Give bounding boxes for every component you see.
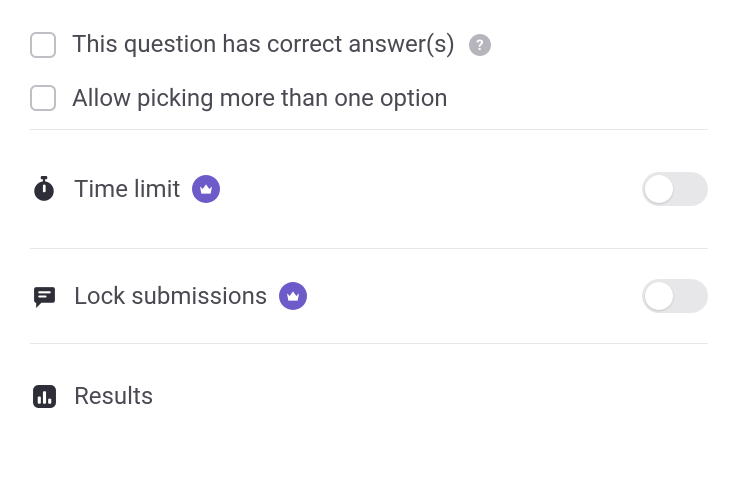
chat-icon [30, 282, 58, 310]
time-limit-row: Time limit [30, 130, 708, 248]
correct-answers-label: This question has correct answer(s) [72, 28, 455, 62]
correct-answers-checkbox[interactable] [30, 32, 56, 58]
crown-icon [192, 175, 220, 203]
help-icon[interactable] [469, 34, 491, 56]
lock-submissions-toggle[interactable] [642, 279, 708, 313]
toggle-knob [645, 282, 673, 310]
toggle-knob [645, 175, 673, 203]
multi-option-option: Allow picking more than one option [30, 76, 708, 130]
bar-chart-icon [30, 382, 58, 410]
results-label: Results [74, 382, 153, 410]
time-limit-toggle[interactable] [642, 172, 708, 206]
stopwatch-icon [30, 175, 58, 203]
results-row: Results [30, 344, 708, 410]
multi-option-checkbox[interactable] [30, 85, 56, 111]
lock-submissions-label: Lock submissions [74, 282, 267, 310]
time-limit-label: Time limit [74, 175, 180, 203]
crown-icon [279, 282, 307, 310]
multi-option-label: Allow picking more than one option [72, 82, 448, 116]
lock-submissions-row: Lock submissions [30, 249, 708, 343]
correct-answers-option: This question has correct answer(s) [30, 18, 708, 76]
